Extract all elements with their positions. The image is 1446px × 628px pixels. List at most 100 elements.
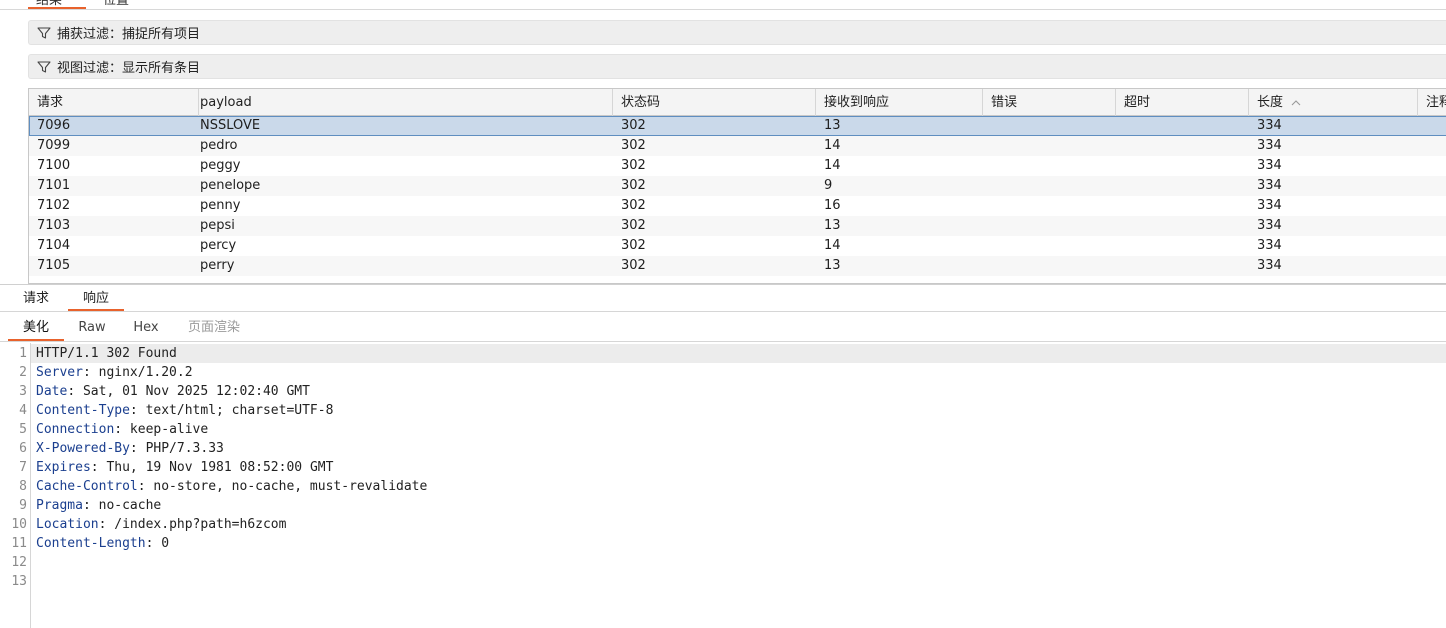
header-value: : Sat, 01 Nov 2025 12:02:40 GMT: [67, 384, 310, 399]
column-header-error[interactable]: 错误: [983, 89, 1116, 116]
cell-response-received: 13: [824, 218, 841, 233]
cell-timeout: [1116, 216, 1249, 236]
tab-hex[interactable]: Hex: [126, 314, 166, 341]
cell-comment: [1418, 116, 1446, 136]
cell-payload: penelope: [200, 178, 261, 193]
cell-request: 7100: [37, 158, 71, 173]
cell-error: [983, 116, 1116, 136]
view-mode-tabs: 美化 Raw Hex 页面渲染: [0, 314, 1446, 342]
header-value: : keep-alive: [114, 422, 209, 437]
cell-response-received: 14: [824, 238, 841, 253]
cell-status: 302: [621, 118, 646, 133]
table-row[interactable]: 7100 peggy 302 14 334: [29, 156, 1446, 176]
column-header-length[interactable]: 长度: [1249, 89, 1418, 116]
cell-error: [983, 236, 1116, 256]
line-number: 1: [19, 346, 27, 361]
cell-length: 334: [1257, 218, 1282, 233]
filter-icon: [37, 26, 51, 39]
header-name: Connection: [36, 422, 115, 437]
header-value: : /index.php?path=h6zcom: [98, 517, 287, 532]
cell-status: 302: [621, 218, 646, 233]
cell-timeout: [1116, 176, 1249, 196]
column-header-payload[interactable]: payload: [192, 89, 613, 116]
header-name: Expires: [36, 460, 91, 475]
tab-request[interactable]: 请求: [14, 287, 58, 311]
line-number: 4: [19, 403, 27, 418]
header-value: HTTP/1.1 302 Found: [36, 346, 177, 361]
code-line: Date: Sat, 01 Nov 2025 12:02:40 GMT: [31, 382, 1446, 401]
table-row-partial: [29, 276, 1446, 283]
line-number-gutter: 1 2 3 4 5 6 7 8 9 10 11 12 13: [0, 343, 31, 628]
cell-error: [983, 136, 1116, 156]
cell-status: 302: [621, 138, 646, 153]
table-row[interactable]: 7103 pepsi 302 13 334: [29, 216, 1446, 236]
column-header-status[interactable]: 状态码: [613, 89, 816, 116]
header-value: : Thu, 19 Nov 1981 08:52:00 GMT: [90, 460, 334, 475]
cell-comment: [1418, 196, 1446, 216]
cell-payload: NSSLOVE: [200, 118, 261, 133]
view-filter-bar[interactable]: 视图过滤：显示所有条目: [28, 54, 1446, 79]
request-response-tabs: 请求 响应: [0, 287, 1446, 312]
cell-response-received: 13: [824, 118, 841, 133]
cell-response-received: 14: [824, 158, 841, 173]
table-row[interactable]: 7104 percy 302 14 334: [29, 236, 1446, 256]
cell-timeout: [1116, 156, 1249, 176]
response-editor[interactable]: 1 2 3 4 5 6 7 8 9 10 11 12 13 HTTP/1.1 302 Found Serv…: [0, 343, 1446, 628]
table-row[interactable]: 7101 penelope 302 9 334: [29, 176, 1446, 196]
cell-request: 7104: [37, 238, 71, 253]
cell-request: 7101: [37, 178, 71, 193]
cell-response-received: 13: [824, 258, 841, 273]
header-name: Cache-Control: [36, 479, 138, 494]
table-body: 7096 NSSLOVE 302 13 334 7099 pedro 302 14 334 7100…: [29, 116, 1446, 283]
column-header-response-received[interactable]: 接收到响应: [816, 89, 983, 116]
cell-response-received: 14: [824, 138, 841, 153]
header-value: : no-cache: [82, 498, 162, 513]
cell-status: 302: [621, 258, 646, 273]
line-number: 11: [11, 536, 27, 551]
tab-raw[interactable]: Raw: [72, 314, 112, 341]
cell-status: 302: [621, 178, 646, 193]
header-name: Location: [36, 517, 99, 532]
table-row[interactable]: 7099 pedro 302 14 334: [29, 136, 1446, 156]
code-line: Location: /index.php?path=h6zcom: [31, 515, 1446, 534]
table-row[interactable]: 7096 NSSLOVE 302 13 334: [29, 116, 1446, 136]
cell-response-received: 16: [824, 198, 841, 213]
column-header-request[interactable]: 请求: [29, 89, 199, 116]
cell-payload: pepsi: [200, 218, 235, 233]
header-name: Pragma: [36, 498, 83, 513]
code-line: Content-Length: 0: [31, 534, 1446, 553]
cell-response-received: 9: [824, 178, 833, 193]
tab-positions[interactable]: 位置: [103, 0, 129, 9]
cell-timeout: [1116, 236, 1249, 256]
cell-status: 302: [621, 198, 646, 213]
column-header-timeout[interactable]: 超时: [1116, 89, 1249, 116]
cell-timeout: [1116, 196, 1249, 216]
cell-error: [983, 196, 1116, 216]
cell-length: 334: [1257, 258, 1282, 273]
line-number: 7: [19, 460, 27, 475]
header-name: Content-Length: [36, 536, 146, 551]
code-line: HTTP/1.1 302 Found: [31, 344, 1446, 363]
cell-error: [983, 156, 1116, 176]
header-name: Content-Type: [36, 403, 130, 418]
cell-comment: [1418, 176, 1446, 196]
cell-payload: perry: [200, 258, 235, 273]
header-value: : no-store, no-cache, must-revalidate: [137, 479, 428, 494]
tab-pretty[interactable]: 美化: [8, 314, 64, 341]
cell-error: [983, 256, 1116, 276]
cell-request: 7096: [37, 118, 71, 133]
table-row[interactable]: 7102 penny 302 16 334: [29, 196, 1446, 216]
cell-status: 302: [621, 158, 646, 173]
table-row[interactable]: 7105 perry 302 13 334: [29, 256, 1446, 276]
cell-timeout: [1116, 136, 1249, 156]
cell-comment: [1418, 256, 1446, 276]
line-number: 8: [19, 479, 27, 494]
cell-length: 334: [1257, 198, 1282, 213]
capture-filter-bar[interactable]: 捕获过滤：捕捉所有项目: [28, 20, 1446, 45]
tab-response[interactable]: 响应: [68, 287, 124, 311]
column-header-comment[interactable]: 注释: [1418, 89, 1446, 116]
tab-render[interactable]: 页面渲染: [180, 314, 248, 341]
line-number: 3: [19, 384, 27, 399]
